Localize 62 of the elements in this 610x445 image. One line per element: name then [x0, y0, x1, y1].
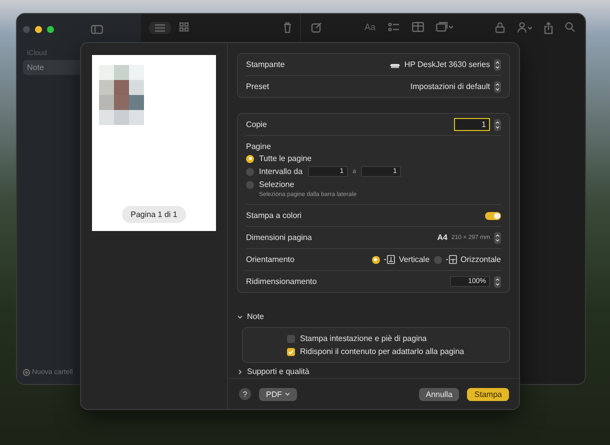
section-title[interactable]: Supporti e qualità: [247, 367, 310, 376]
grid-icon[interactable]: [179, 22, 189, 32]
page-option-label[interactable]: Tutte le pagine: [259, 154, 312, 163]
print-button[interactable]: Stampa: [467, 388, 509, 400]
share-icon[interactable]: [544, 22, 554, 34]
radio-button[interactable]: [434, 256, 442, 264]
radio-button[interactable]: [372, 256, 380, 264]
stepper-icon[interactable]: [494, 80, 501, 92]
orientation-option-label[interactable]: Orizzontale: [460, 255, 501, 264]
preset-value[interactable]: Impostazioni di default: [410, 82, 490, 91]
checkbox[interactable]: [287, 348, 295, 356]
portrait-page-icon: [384, 255, 395, 264]
section-title[interactable]: Note: [247, 312, 264, 321]
checklist-icon[interactable]: [388, 22, 400, 32]
color-toggle[interactable]: [485, 212, 501, 220]
person-icon[interactable]: [517, 22, 532, 33]
photo-stack-icon[interactable]: [436, 22, 453, 32]
pixelated-thumbnail-drawing: [99, 65, 144, 125]
orientation-label: Orientamento: [246, 255, 294, 264]
chevron-icon[interactable]: [237, 314, 243, 320]
radio-button[interactable]: [246, 180, 254, 188]
printer-icon: [390, 62, 400, 68]
page-option-label[interactable]: Intervallo da: [259, 167, 303, 176]
landscape-page-icon: [446, 255, 457, 264]
page-option-label[interactable]: Selezione: [259, 180, 294, 189]
minimize-button[interactable]: [35, 26, 42, 32]
sidebar-icon[interactable]: [91, 24, 103, 34]
stepper-icon[interactable]: [494, 118, 501, 130]
stepper-icon[interactable]: [494, 58, 501, 70]
scaling-label: Ridimensionamento: [246, 277, 317, 286]
copies-field[interactable]: 1: [454, 118, 490, 131]
orientation-option-label[interactable]: Verticale: [398, 255, 430, 264]
compose-icon[interactable]: [311, 22, 322, 33]
trash-icon[interactable]: [283, 22, 292, 33]
list-icon[interactable]: [154, 23, 166, 33]
search-icon[interactable]: [565, 22, 576, 32]
checkbox-label[interactable]: Stampa intestazione e piè di pagina: [300, 334, 427, 343]
checkbox[interactable]: [287, 334, 295, 342]
chevron-icon[interactable]: [237, 368, 243, 374]
pdf-menu-button[interactable]: PDF: [259, 388, 297, 400]
lock-icon[interactable]: [495, 22, 506, 33]
stepper-icon[interactable]: [494, 276, 501, 288]
help-button[interactable]: ?: [239, 388, 251, 400]
close-button[interactable]: [23, 26, 30, 32]
copies-label: Copie: [246, 120, 267, 129]
preset-label: Preset: [246, 82, 270, 91]
paper-size-label: Dimensioni pagina: [246, 233, 312, 242]
plus-circle-icon[interactable]: [23, 369, 30, 376]
radio-button[interactable]: [246, 154, 254, 162]
printer-value[interactable]: HP DeskJet 3630 series: [404, 60, 490, 69]
printer-label: Stampante: [246, 60, 285, 69]
radio-button[interactable]: [246, 168, 254, 176]
pages-label: Pagine: [246, 142, 272, 151]
table-icon[interactable]: [412, 22, 424, 32]
zoom-button[interactable]: [47, 26, 54, 32]
caret-icon: [285, 392, 290, 396]
checkbox-label[interactable]: Ridisponi il contenuto per adattarlo alla pagina: [300, 347, 464, 356]
color-print-label: Stampa a colori: [246, 211, 302, 220]
stepper-icon[interactable]: [494, 232, 501, 244]
page-indicator: Pagina 1 di 1: [122, 206, 186, 223]
paper-size-value[interactable]: A4: [437, 233, 448, 242]
cancel-button[interactable]: Annulla: [418, 388, 460, 400]
